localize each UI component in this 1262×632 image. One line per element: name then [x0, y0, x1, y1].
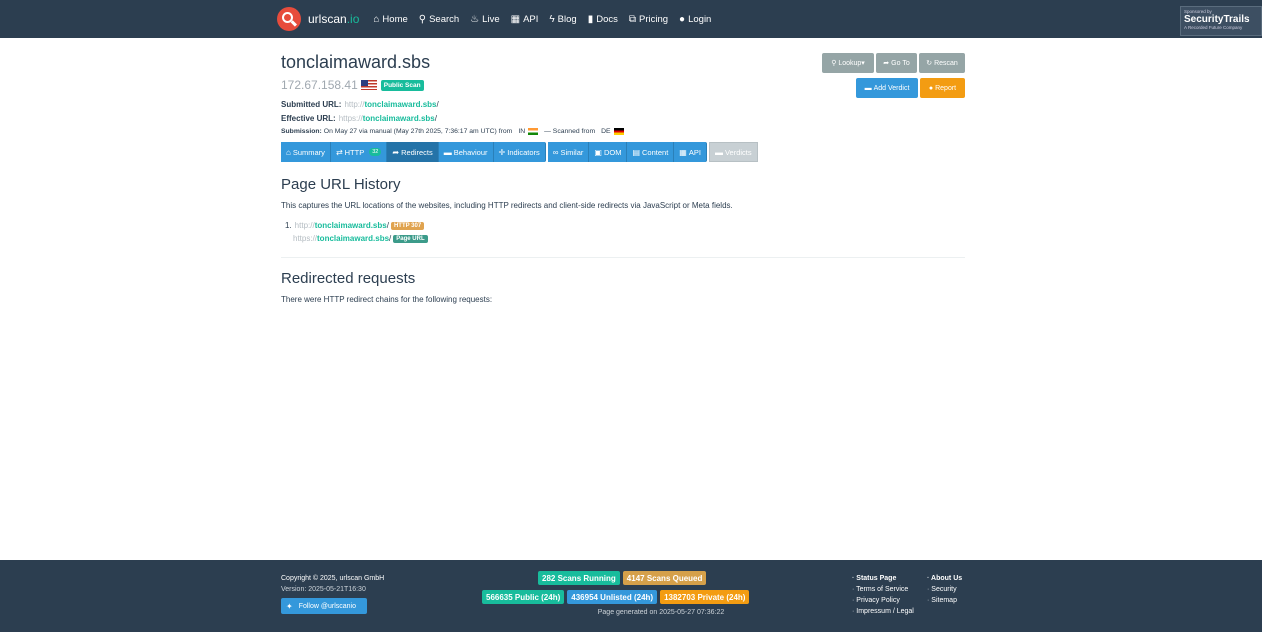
nav-pricing[interactable]: ⧉ Pricing [629, 14, 668, 25]
tab-verdicts[interactable]: ▬ Verdicts [708, 142, 758, 162]
brand-name: urlscan.io [308, 12, 360, 26]
submitted-url: Submitted URL: http://tonclaimaward.sbs / [281, 100, 439, 109]
top-navbar: urlscan.io ⌂ Home ⚲ Search ♨ Live ▦ API ϟ Blo… [0, 0, 1262, 38]
user-icon: ● [679, 13, 686, 25]
ip-line: 172.67.158.41 Public Scan [281, 78, 424, 92]
status-badge: HTTP 307 [390, 221, 425, 230]
search-icon: ⚲ [418, 13, 427, 25]
goto-button[interactable]: ➦ Go To [876, 53, 917, 73]
file-icon: ▤ [632, 147, 641, 157]
comment-icon: ▬ [864, 84, 872, 92]
scans-queued-badge: 4147 Scans Queued [622, 571, 707, 585]
footer-links-col1: Status Page Terms of Service Privacy Pol… [852, 573, 914, 617]
ip-address[interactable]: 172.67.158.41 [281, 78, 358, 92]
refresh-icon: ↻ [926, 60, 933, 67]
lookup-button[interactable]: ⚲ Lookup ▾ [822, 53, 874, 73]
caret-down-icon: ▾ [861, 60, 865, 67]
url-history-list: 1. http://tonclaimaward.sbs / HTTP 307 ht… [285, 219, 428, 245]
tab-indicators[interactable]: ✛ Indicators [493, 142, 546, 162]
share-icon: ➦ [392, 147, 400, 157]
tab-behaviour[interactable]: ▬ Behaviour [438, 142, 494, 162]
sitemap-link[interactable]: Sitemap [927, 595, 962, 606]
search-icon: ⚲ [831, 60, 837, 67]
sponsor-banner[interactable]: Sponsored by SecurityTrails A Recorded F… [1180, 6, 1262, 36]
germany-flag-icon [613, 128, 624, 135]
tab-redirects[interactable]: ➦ Redirects [387, 142, 439, 162]
visibility-badge: Public Scan [380, 79, 424, 91]
tab-content[interactable]: ▤ Content [627, 142, 675, 162]
home-icon: ⌂ [373, 13, 380, 25]
rescan-button[interactable]: ↻ Rescan [919, 53, 965, 73]
http-count-badge: 32 [369, 148, 382, 156]
effective-url: Effective URL: https://tonclaimaward.sbs… [281, 114, 437, 123]
tab-dom[interactable]: ▣ DOM [589, 142, 628, 162]
privacy-link[interactable]: Privacy Policy [852, 595, 914, 606]
section-divider [281, 257, 965, 258]
tab-api[interactable]: ▦ API [674, 142, 707, 162]
terms-link[interactable]: Terms of Service [852, 584, 914, 595]
tab-similar[interactable]: ∞ Similar [547, 142, 590, 162]
magnifier-logo-icon [277, 7, 301, 31]
nav-login[interactable]: ● Login [679, 14, 711, 25]
report-button[interactable]: ● Report [920, 78, 965, 98]
tab-summary[interactable]: ⌂ Summary [281, 142, 331, 162]
status-page-link[interactable]: Status Page [852, 573, 914, 584]
list-item: https://tonclaimaward.sbs / Page URL [285, 232, 428, 245]
tab-http[interactable]: ⇄ HTTP 32 [330, 142, 388, 162]
nav-docs[interactable]: ▮ Docs [588, 14, 618, 25]
submission-info: Submission: On May 27 via manual (May 27… [281, 128, 624, 135]
footer-links-col2: About Us Security Sitemap [927, 573, 962, 606]
comment-icon: ▬ [714, 147, 723, 157]
external-link-icon: ⧉ [628, 13, 636, 25]
action-buttons-top: ⚲ Lookup ▾ ➦ Go To ↻ Rescan [822, 53, 965, 73]
about-link[interactable]: About Us [927, 573, 962, 584]
qrcode-icon: ▦ [679, 147, 687, 157]
bolt-icon: ϟ [549, 13, 555, 25]
comment-icon: ▬ [443, 147, 452, 157]
private-count-badge: 1382703 Private (24h) [660, 590, 750, 604]
history-heading: Page URL History [281, 176, 401, 193]
nav-search[interactable]: ⚲ Search [419, 14, 459, 25]
stats-row-1: 282 Scans Running 4147 Scans Queued [538, 571, 709, 585]
brand-logo[interactable]: urlscan.io [277, 7, 359, 31]
india-flag-icon [528, 128, 539, 135]
stats-row-2: 566635 Public (24h) 436954 Unlisted (24h… [482, 590, 752, 604]
add-verdict-button[interactable]: ▬ Add Verdict [856, 78, 918, 98]
action-buttons-bottom: ▬ Add Verdict ● Report [856, 78, 965, 98]
bookmark-icon: ▮ [587, 13, 594, 25]
nav-home[interactable]: ⌂ Home [373, 14, 407, 25]
window-icon: ▣ [594, 147, 602, 157]
nav-blog[interactable]: ϟ Blog [549, 14, 576, 25]
footer: Copyright © 2025, urlscan GmbH Version: … [0, 560, 1262, 632]
history-url-link[interactable]: tonclaimaward.sbs [317, 234, 389, 243]
page-generated-time: Page generated on 2025-05-27 07:36:22 [597, 609, 725, 616]
qrcode-icon: ▦ [510, 13, 521, 25]
public-count-badge: 566635 Public (24h) [482, 590, 565, 604]
home-icon: ⌂ [286, 147, 291, 157]
us-flag-icon [360, 80, 377, 90]
share-icon: ➦ [883, 60, 890, 67]
security-link[interactable]: Security [927, 584, 962, 595]
page-url-badge: Page URL [393, 234, 428, 243]
history-description: This captures the URL locations of the w… [281, 201, 733, 210]
result-tabs: ⌂ Summary ⇄ HTTP 32 ➦ Redirects ▬ Behaviour ✛… [281, 142, 758, 162]
history-url-link[interactable]: tonclaimaward.sbs [315, 221, 387, 230]
fire-icon: ♨ [470, 13, 480, 25]
nav-api[interactable]: ▦ API [511, 14, 539, 25]
footer-copyright: Copyright © 2025, urlscan GmbH Version: … [281, 575, 385, 593]
effective-host-link[interactable]: tonclaimaward.sbs [363, 114, 435, 123]
submitted-host-link[interactable]: tonclaimaward.sbs [364, 100, 436, 109]
crosshair-icon: ✛ [498, 147, 506, 157]
redirected-description: There were HTTP redirect chains for the … [281, 295, 493, 304]
exchange-icon: ⇄ [335, 147, 343, 157]
redirected-heading: Redirected requests [281, 270, 416, 287]
unlisted-count-badge: 436954 Unlisted (24h) [567, 590, 658, 604]
nav-live[interactable]: ♨ Live [470, 14, 499, 25]
impressum-link[interactable]: Impressum / Legal [852, 606, 914, 617]
page-title: tonclaimaward.sbs [281, 52, 431, 72]
scans-running-badge: 282 Scans Running [538, 571, 620, 585]
link-icon: ∞ [552, 147, 559, 157]
list-item: 1. http://tonclaimaward.sbs / HTTP 307 [285, 219, 428, 232]
warning-icon: ● [928, 84, 934, 92]
